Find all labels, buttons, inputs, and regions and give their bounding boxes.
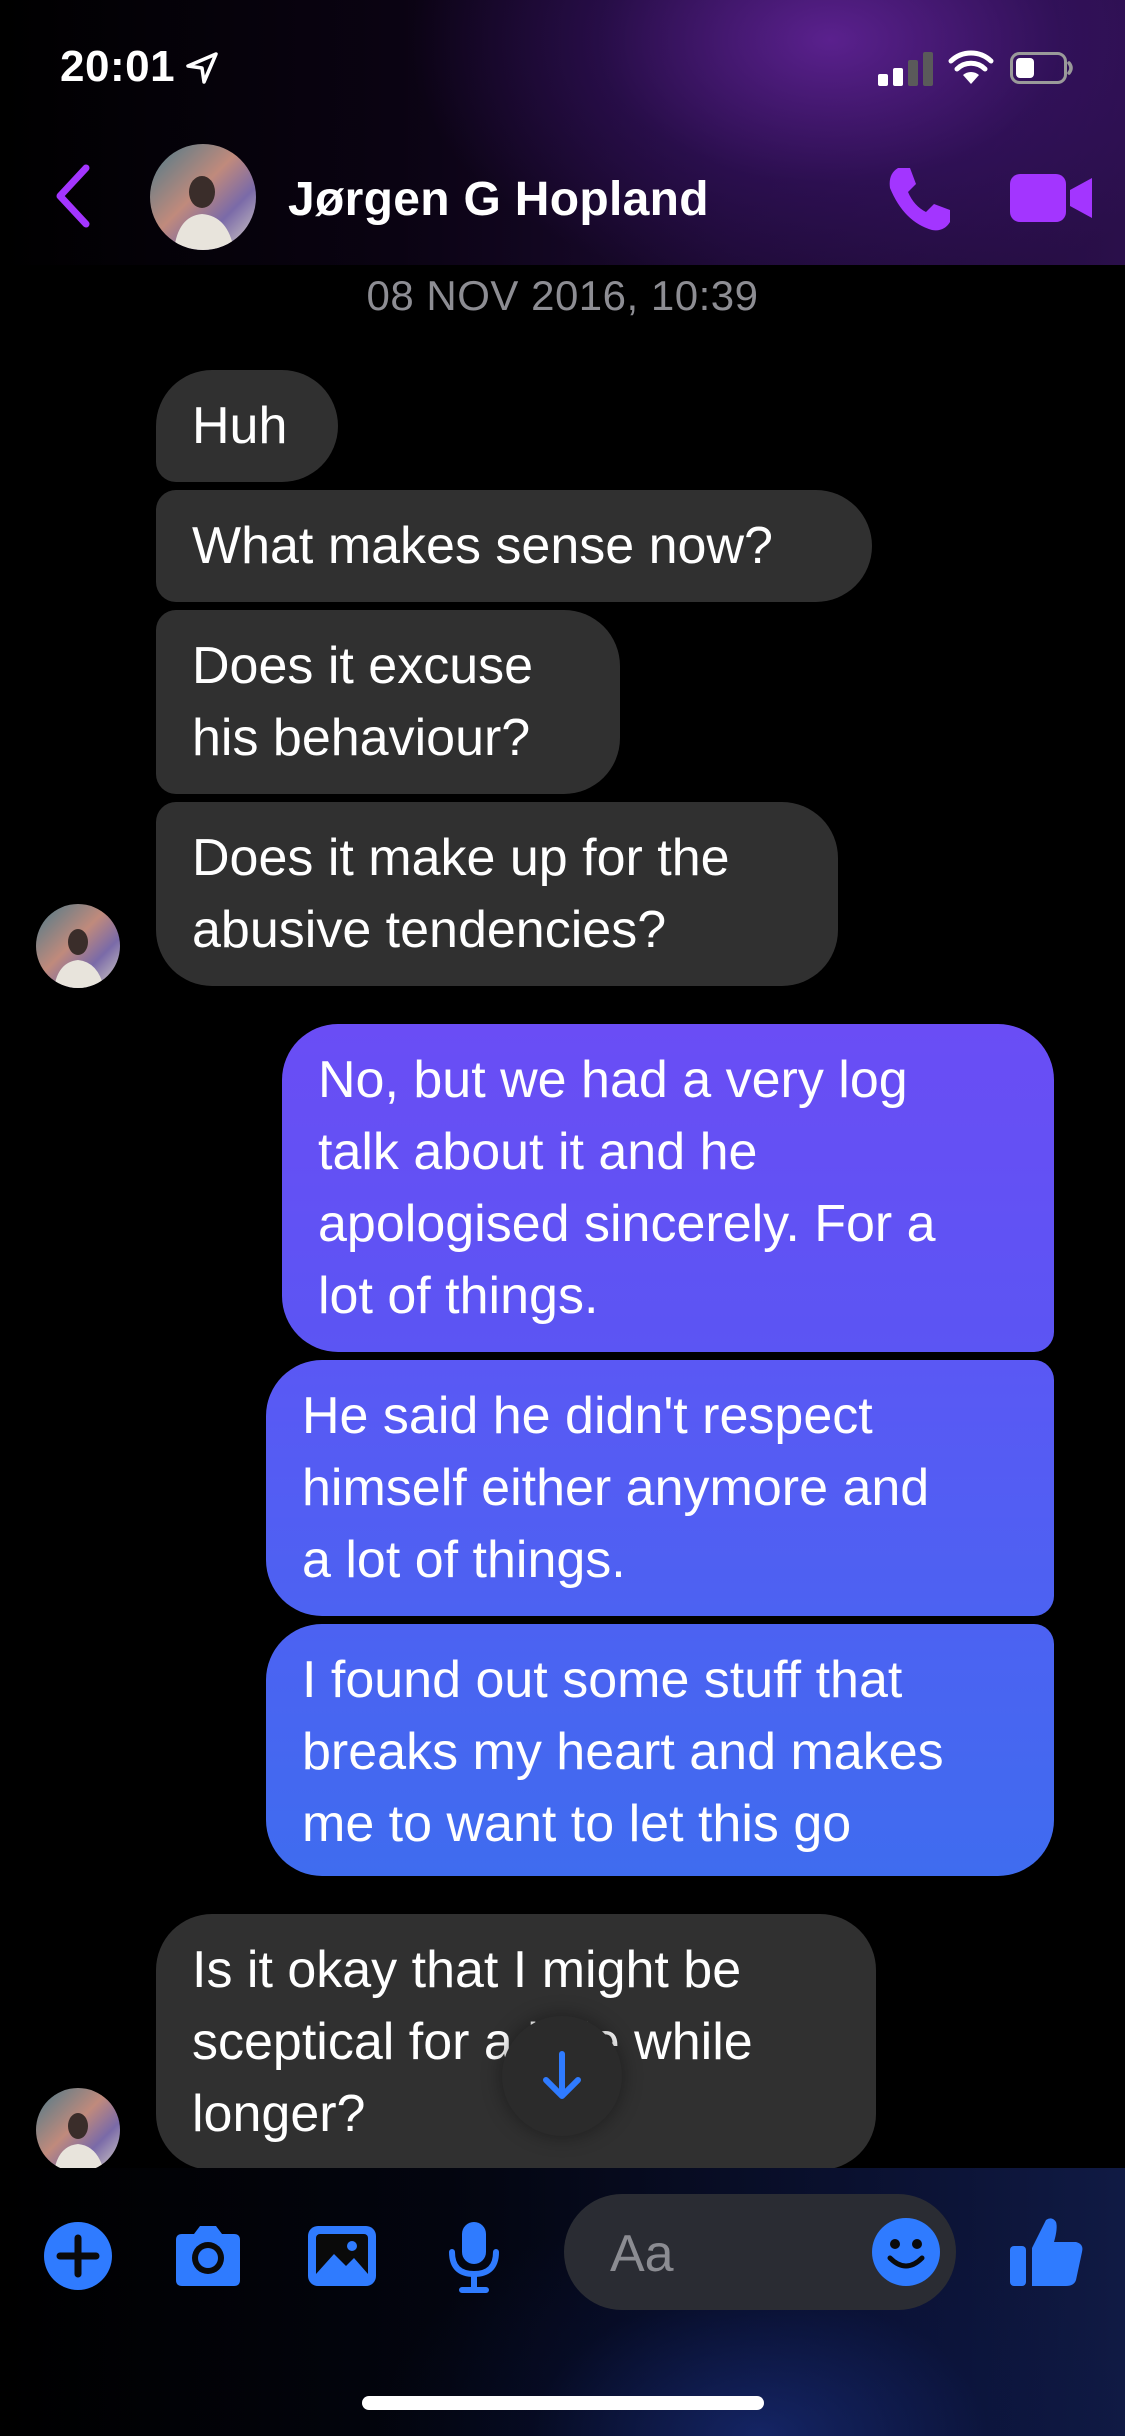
home-indicator[interactable] [362,2396,764,2410]
message-bubble-outgoing[interactable]: I found out some stuff that breaks my he… [266,1624,1054,1876]
message-bubble-incoming[interactable]: Does it make up for the abusive tendenci… [156,802,838,986]
contact-name[interactable]: Jørgen G Hopland [288,172,709,227]
camera-icon[interactable] [170,2218,246,2294]
status-time: 20:01 [60,42,176,91]
wifi-icon [948,50,994,84]
phone-icon[interactable] [884,162,956,234]
message-input-placeholder: Aa [610,2225,674,2283]
emoji-icon[interactable] [870,2216,942,2288]
scroll-to-bottom-button[interactable] [502,2016,622,2136]
message-bubble-outgoing[interactable]: No, but we had a very log talk about it … [282,1024,1054,1352]
back-button[interactable] [48,160,98,232]
conversation-timestamp: 08 NOV 2016, 10:39 [366,272,759,319]
message-bubble-incoming[interactable]: What makes sense now? [156,490,872,602]
message-bubble-incoming[interactable]: Huh [156,370,338,482]
thumbs-up-icon[interactable] [1006,2212,1086,2292]
arrow-down-icon [543,2051,581,2099]
cellular-signal-icon [878,52,936,86]
location-arrow-icon [186,52,218,84]
gallery-icon[interactable] [304,2218,380,2294]
video-camera-icon[interactable] [1008,170,1094,226]
battery-icon [1010,52,1073,84]
sender-avatar[interactable] [36,904,120,988]
message-input[interactable]: Aa [564,2194,956,2310]
message-bubble-incoming[interactable]: Does it excuse his behaviour? [156,610,620,794]
microphone-icon[interactable] [436,2218,512,2294]
message-bubble-outgoing[interactable]: He said he didn't respect himself either… [266,1360,1054,1616]
sender-avatar[interactable] [36,2088,120,2172]
contact-avatar[interactable] [150,144,256,250]
plus-icon[interactable] [40,2218,116,2294]
